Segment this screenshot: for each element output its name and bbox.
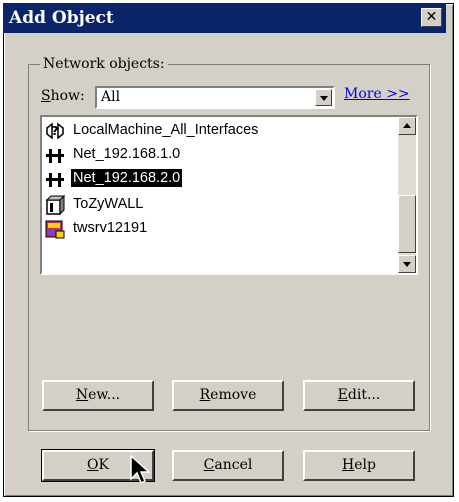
chevron-down-icon[interactable] <box>315 89 332 106</box>
remove-button[interactable]: Remove <box>172 380 284 411</box>
title-bar: Add Object ✕ <box>3 3 446 33</box>
cancel-button-label: ancel <box>214 457 253 473</box>
list-item-label: Net_192.168.1.0 <box>73 146 181 162</box>
help-button-mnemonic: H <box>342 457 355 473</box>
server-icon <box>45 220 65 239</box>
ok-button-mnemonic: O <box>87 457 99 473</box>
scroll-up-icon[interactable] <box>398 117 416 135</box>
new-button-label: ew... <box>88 387 121 403</box>
show-label: Show: <box>41 88 85 104</box>
ok-button[interactable]: OK <box>41 449 155 482</box>
cancel-button[interactable]: Cancel <box>172 450 284 481</box>
svg-text:?: ? <box>52 124 59 138</box>
list-item-label: LocalMachine_All_Interfaces <box>73 122 259 138</box>
network-objects-list[interactable]: ? LocalMachine_All_Interfaces Net_192.16… <box>40 115 418 275</box>
unknown-object-icon: ? <box>46 122 64 140</box>
close-icon: ✕ <box>425 9 438 25</box>
show-select-value: All <box>101 89 121 105</box>
edit-button[interactable]: Edit... <box>303 380 415 411</box>
remove-button-label: emove <box>210 387 257 403</box>
vertical-scrollbar[interactable] <box>398 117 416 273</box>
ok-button-label: K <box>98 457 109 473</box>
cancel-button-mnemonic: C <box>203 457 215 473</box>
help-button[interactable]: Help <box>303 450 415 481</box>
more-link[interactable]: More >> <box>344 86 410 102</box>
remove-button-mnemonic: R <box>199 387 211 403</box>
gateway-icon <box>45 195 65 215</box>
network-icon <box>46 173 64 187</box>
group-label: Network objects: <box>40 56 168 72</box>
new-button-mnemonic: N <box>75 387 89 403</box>
list-item-label: twsrv12191 <box>73 220 148 236</box>
edit-button-label: dit... <box>347 387 381 403</box>
scroll-thumb[interactable] <box>398 195 416 253</box>
close-button[interactable]: ✕ <box>421 8 442 27</box>
edit-button-mnemonic: E <box>337 387 348 403</box>
list-item-label: ToZyWALL <box>73 196 144 212</box>
show-select[interactable]: All <box>95 86 335 109</box>
help-button-label: elp <box>354 457 376 473</box>
dialog-title: Add Object <box>9 8 114 28</box>
scroll-down-icon[interactable] <box>398 255 416 273</box>
list-item-label: Net_192.168.2.0 <box>71 169 183 187</box>
network-icon <box>46 149 64 163</box>
new-button[interactable]: New... <box>42 380 154 411</box>
